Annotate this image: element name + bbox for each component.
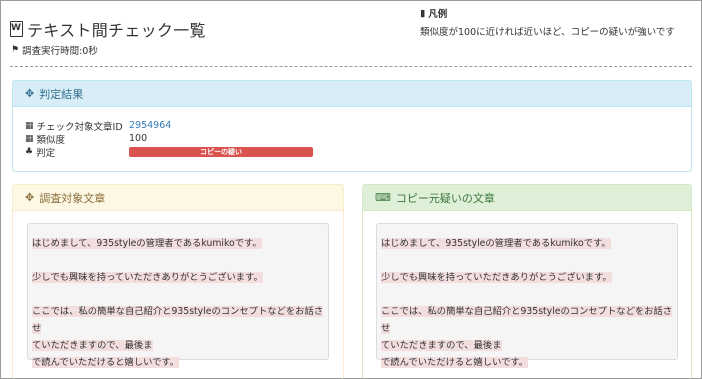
source-panel: ⌨ コピー元疑いの文章 はじめまして、935styleの管理者であるkumiko… — [362, 184, 692, 379]
similarity-value: 100 — [129, 133, 148, 144]
barcode-icon: ▦ — [25, 120, 34, 131]
target-paragraph-3: ここでは、私の簡単な自己紹介と935styleのコンセプトなどをお話させ ていた… — [32, 303, 324, 371]
legend: ▮ 凡例 類似度が100に近ければ近いほど、コピーの疑いが強いです — [420, 6, 675, 39]
exec-time: ⚑ 調査実行時間:0秒 — [11, 43, 98, 57]
source-heading-text: コピー元疑いの文章 — [395, 191, 495, 205]
highlight-line: 少しでも興味を持っていただきありがとうございます。 — [381, 272, 612, 283]
info-label-judgement-text: 判定 — [36, 147, 56, 159]
highlight-line: はじめまして、935styleの管理者であるkumikoです。 — [32, 238, 262, 249]
highlight-line: ていただきますので、最後ま — [32, 340, 153, 351]
highlight-line: 少しでも興味を持っていただきありがとうございます。 — [32, 272, 263, 283]
info-label-similarity-text: 類似度 — [36, 134, 66, 146]
info-row-judgement: ♣ 判定 コピーの疑い — [25, 145, 313, 159]
legend-title-text: 凡例 — [428, 9, 448, 20]
keyboard-icon: ⌨ — [375, 191, 391, 204]
info-label-id: ▦ チェック対象文章ID — [25, 119, 129, 133]
exec-time-text: 調査実行時間:0秒 — [22, 46, 98, 57]
result-panel-heading: ✥ 判定結果 — [13, 81, 691, 107]
highlight-line: はじめまして、935styleの管理者であるkumikoです。 — [381, 238, 611, 249]
target-paragraph-1: はじめまして、935styleの管理者であるkumikoです。 — [32, 235, 324, 252]
info-label-similarity: ▦ 類似度 — [25, 132, 129, 146]
info-label-id-text: チェック対象文章ID — [36, 121, 123, 133]
legend-text: 類似度が100に近ければ近いほど、コピーの疑いが強いです — [420, 27, 675, 38]
crosshair-icon: ✥ — [25, 87, 35, 100]
source-paragraph-2: 少しでも興味を持っていただきありがとうございます。 — [381, 269, 673, 286]
source-paragraph-1: はじめまして、935styleの管理者であるkumikoです。 — [381, 235, 673, 252]
highlight-line: ここでは、私の簡単な自己紹介と935styleのコンセプトなどをお話させ — [32, 306, 324, 334]
title-row: テキスト間チェック一覧 — [10, 17, 206, 41]
word-doc-icon — [10, 21, 23, 37]
document-id-link[interactable]: 2954964 — [129, 120, 171, 131]
source-paragraph-3: ここでは、私の簡単な自己紹介と935styleのコンセプトなどをお話させ ていた… — [381, 303, 673, 371]
result-heading-text: 判定結果 — [39, 87, 84, 101]
highlight-line: ていただきますので、最後ま — [381, 340, 502, 351]
divider — [10, 66, 692, 67]
info-row-similarity: ▦ 類似度 100 — [25, 132, 313, 146]
source-text-well: はじめまして、935styleの管理者であるkumikoです。 少しでも興味を持… — [376, 223, 678, 368]
target-heading-text: 調査対象文章 — [39, 191, 106, 205]
target-panel-heading: ✥ 調査対象文章 — [13, 185, 343, 211]
legend-title: ▮ 凡例 — [420, 6, 675, 21]
crosshair-icon: ✥ — [25, 191, 35, 204]
highlight-line: ここでは、私の簡単な自己紹介と935styleのコンセプトなどをお話させ — [381, 306, 673, 334]
barcode-icon: ▦ — [25, 133, 34, 144]
result-panel: ✥ 判定結果 ▦ チェック対象文章ID 2954964 ▦ 類似度 100 ♣ … — [12, 80, 692, 172]
flag-icon: ⚑ — [11, 45, 20, 55]
target-text-well: はじめまして、935styleの管理者であるkumikoです。 少しでも興味を持… — [27, 223, 329, 368]
highlight-line: で読んでいただけると嬉しいです。 — [381, 357, 529, 368]
sitemap-icon: ♣ — [25, 146, 34, 157]
source-panel-heading: ⌨ コピー元疑いの文章 — [363, 185, 691, 211]
status-badge: コピーの疑い — [129, 146, 313, 157]
info-label-judgement: ♣ 判定 — [25, 145, 129, 159]
target-paragraph-2: 少しでも興味を持っていただきありがとうございます。 — [32, 269, 324, 286]
page-title: テキスト間チェック一覧 — [27, 21, 206, 40]
highlight-line: で読んでいただけると嬉しいです。 — [32, 357, 180, 368]
info-row-id: ▦ チェック対象文章ID 2954964 — [25, 119, 313, 133]
target-panel: ✥ 調査対象文章 はじめまして、935styleの管理者であるkumikoです。… — [12, 184, 344, 379]
result-info: ▦ チェック対象文章ID 2954964 ▦ 類似度 100 ♣ 判定 コピーの… — [25, 119, 313, 159]
book-icon: ▮ — [420, 7, 426, 19]
